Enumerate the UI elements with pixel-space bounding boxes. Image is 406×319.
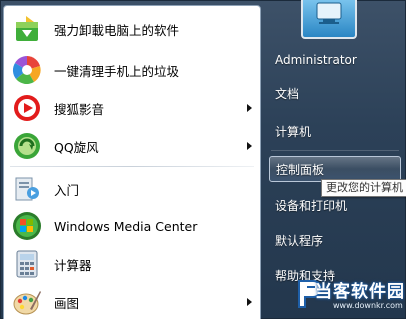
program-label: QQ旋风 — [54, 139, 99, 155]
program-label: 入门 — [54, 182, 80, 198]
watermark-title: 当客软件园 — [315, 282, 405, 302]
program-label: 搜狐影音 — [54, 101, 105, 117]
program-item-sohu-video[interactable]: 搜狐影音 — [6, 90, 258, 126]
programs-pane: 强力卸載电脑上的软件 一键清理手机上的垃圾 搜狐影音 QQ旋风 入门 Windo… — [3, 5, 261, 319]
program-item-windows-media-center[interactable]: Windows Media Center — [6, 208, 258, 244]
getting-started-icon — [15, 177, 39, 201]
submenu-arrow-icon — [247, 142, 252, 150]
program-item-calculator[interactable]: 计算器 — [6, 246, 258, 282]
menu-separator — [10, 166, 254, 167]
program-label: Windows Media Center — [54, 218, 198, 234]
submenu-arrow-icon — [247, 104, 252, 112]
right-item-computer[interactable]: 计算机 — [269, 119, 401, 145]
right-item-administrator[interactable]: Administrator — [269, 47, 401, 73]
phone-cleaner-icon — [12, 56, 41, 85]
menu-separator — [271, 150, 399, 151]
sohu-video-icon — [14, 95, 40, 121]
program-label: 一键清理手机上的垃圾 — [54, 63, 180, 79]
program-label: 画图 — [54, 295, 80, 311]
program-item-paint[interactable]: 画图 — [6, 284, 258, 319]
right-item-documents[interactable]: 文档 — [269, 81, 401, 107]
user-picture-icon[interactable] — [301, 0, 357, 39]
program-item-uninstaller[interactable]: 强力卸載电脑上的软件 — [6, 11, 258, 47]
qq-whirlwind-icon — [14, 133, 40, 159]
watermark: 当客软件园 www.downkr.com — [295, 271, 406, 319]
start-menu: 强力卸載电脑上的软件 一键清理手机上的垃圾 搜狐影音 QQ旋风 入门 Windo… — [0, 0, 406, 319]
program-item-getting-started[interactable]: 入门 — [6, 171, 258, 207]
right-item-default-programs[interactable]: 默认程序 — [269, 228, 401, 254]
submenu-arrow-icon — [247, 298, 252, 306]
calculator-icon — [16, 250, 38, 278]
program-label: 计算器 — [54, 257, 92, 273]
paint-icon — [13, 291, 41, 315]
program-item-phone-cleaner[interactable]: 一键清理手机上的垃圾 — [6, 52, 258, 88]
control-panel-tooltip: 更改您的计算机 — [321, 179, 406, 197]
program-label: 强力卸載电脑上的软件 — [54, 22, 180, 38]
watermark-url: www.downkr.com — [333, 301, 403, 310]
windows-media-center-icon — [13, 212, 41, 240]
program-item-qq-whirlwind[interactable]: QQ旋风 — [6, 128, 258, 164]
uninstall-app-icon — [16, 16, 38, 41]
